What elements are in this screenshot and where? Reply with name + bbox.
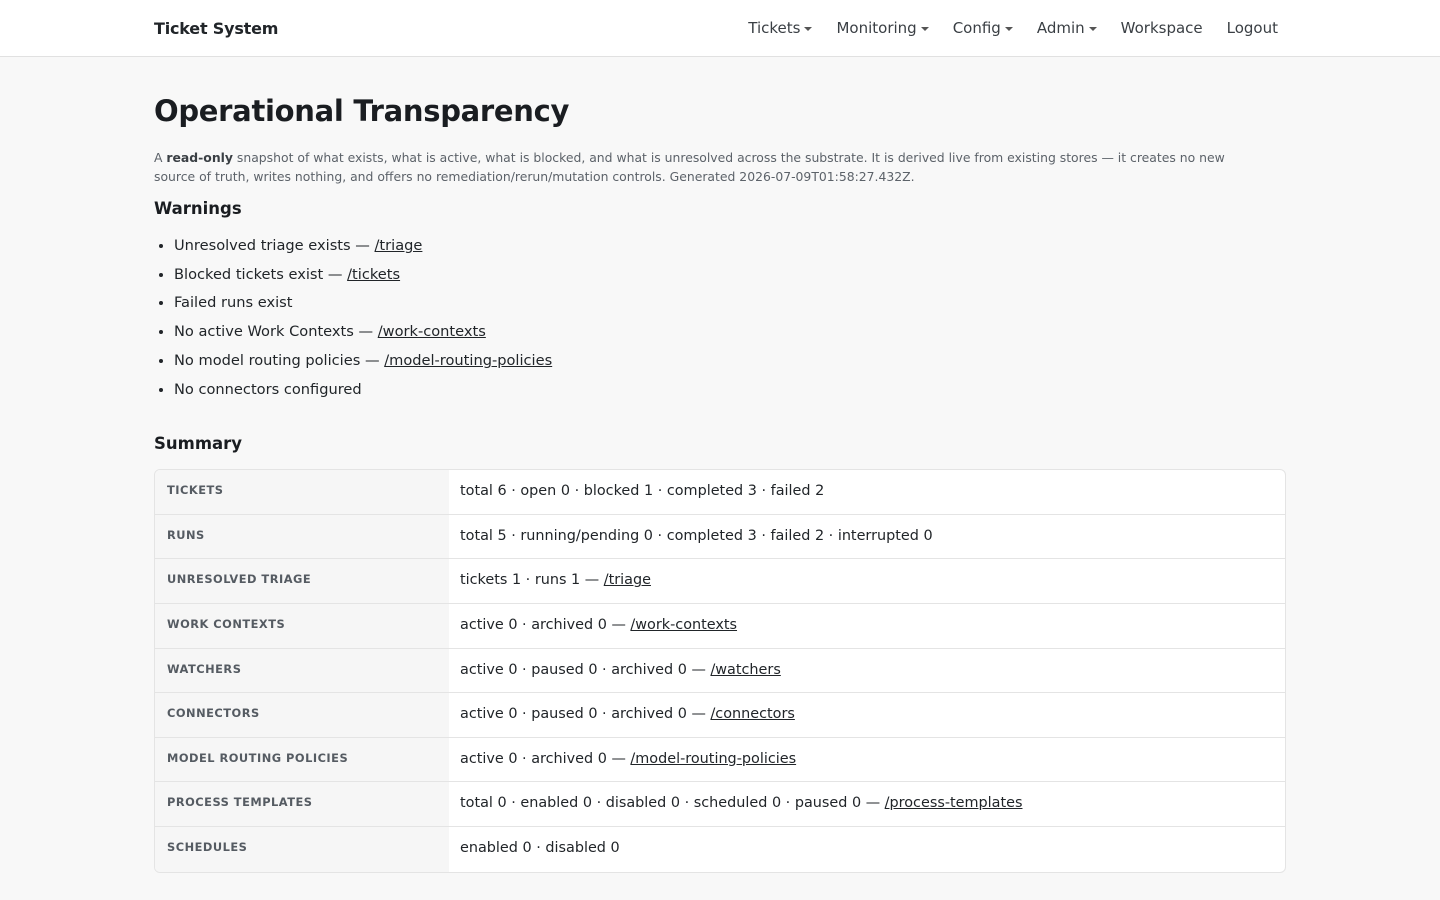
summary-heading: Summary (154, 434, 243, 454)
row-label: Process Templates (155, 782, 449, 826)
table-row: Schedules enabled 0 · disabled 0 (155, 826, 1285, 872)
warning-item: Blocked tickets exist — /tickets (174, 261, 1286, 290)
model-routing-policies-link[interactable]: /model-routing-policies (384, 352, 552, 369)
warning-text: Unresolved triage exists — (174, 237, 375, 254)
nav-item-label: Config (952, 19, 1001, 37)
connectors-link[interactable]: /connectors (710, 706, 794, 722)
row-label: Schedules (155, 826, 449, 872)
warning-item: No active Work Contexts — /work-contexts (174, 318, 1286, 347)
warning-text: Failed runs exist (174, 294, 293, 312)
navbar-container: Ticket System Tickets Monitoring Config … (154, 0, 1286, 56)
row-label: Work Contexts (155, 604, 449, 648)
nav-item-label: Tickets (748, 19, 801, 37)
nav-config-dropdown[interactable]: Config (953, 19, 1013, 37)
table-row: Model Routing Policies active 0 · archiv… (155, 737, 1285, 783)
row-value-text: active 0 · archived 0 — (460, 617, 631, 633)
table-row: Unresolved Triage tickets 1 · runs 1 — /… (155, 559, 1285, 604)
table-row: Connectors active 0 · paused 0 · archive… (155, 693, 1285, 738)
row-value-text: total 5 · running/pending 0 · completed … (460, 527, 933, 544)
row-label: Model Routing Policies (155, 737, 449, 782)
row-value-text: tickets 1 · runs 1 — (460, 572, 604, 589)
intro-prefix: A (154, 150, 167, 165)
row-value-text: enabled 0 · disabled 0 (460, 839, 620, 856)
warnings-heading: Warnings (154, 199, 242, 218)
row-label: Watchers (155, 648, 449, 693)
row-value-text: total 6 · open 0 · blocked 1 · completed… (460, 483, 825, 500)
process-templates-link[interactable]: /process-templates (885, 795, 1023, 811)
main-content: Operational Transparency A read-only sna… (154, 57, 1286, 873)
warning-text: No model routing policies — (174, 351, 385, 369)
work-contexts-link[interactable]: /work-contexts (378, 323, 486, 340)
model-routing-policies-link[interactable]: /model-routing-policies (630, 751, 796, 767)
warning-item: No model routing policies — /model-routi… (174, 347, 1286, 376)
row-label: Unresolved Triage (155, 559, 449, 603)
nav-item-label: Monitoring (836, 19, 917, 37)
row-label: Runs (155, 514, 449, 559)
table-row: Work Contexts active 0 · archived 0 — /w… (155, 604, 1285, 649)
row-value-text: total 0 · enabled 0 · disabled 0 · sched… (460, 795, 885, 812)
caret-down-icon (920, 26, 929, 31)
row-value: total 0 · enabled 0 · disabled 0 · sched… (449, 782, 1285, 826)
row-value: active 0 · archived 0 — /work-contexts (449, 604, 1285, 648)
nav-links: Tickets Monitoring Config Admin Workspac… (724, 0, 1286, 56)
warning-text: No active Work Contexts — (174, 323, 378, 341)
caret-down-icon (804, 26, 813, 31)
summary-table: Tickets total 6 · open 0 · blocked 1 · c… (154, 469, 1286, 873)
nav-item-label: Logout (1226, 19, 1278, 37)
nav-workspace-link[interactable]: Workspace (1121, 19, 1203, 37)
nav-tickets-dropdown[interactable]: Tickets (748, 19, 813, 37)
page-title: Operational Transparency (154, 94, 570, 128)
warnings-list: Unresolved triage exists — /triage Block… (154, 232, 1286, 404)
row-value-text: active 0 · archived 0 — (460, 750, 631, 767)
row-value-text: active 0 · paused 0 · archived 0 — (460, 706, 711, 723)
intro-text: snapshot of what exists, what is active,… (154, 150, 1225, 184)
top-navbar: Ticket System Tickets Monitoring Config … (0, 0, 1440, 57)
brand-logo[interactable]: Ticket System (154, 19, 278, 38)
table-row: Process Templates total 0 · enabled 0 · … (155, 782, 1285, 827)
warning-item: Failed runs exist (174, 289, 1286, 318)
row-value: total 5 · running/pending 0 · completed … (449, 515, 1285, 559)
row-label: Tickets (155, 470, 449, 514)
intro-bold: read-only (166, 150, 233, 165)
row-value: active 0 · paused 0 · archived 0 — /watc… (449, 649, 1285, 693)
row-value: enabled 0 · disabled 0 (449, 827, 1285, 872)
caret-down-icon (1088, 26, 1097, 31)
intro-paragraph: A read-only snapshot of what exists, wha… (154, 148, 1264, 186)
nav-item-label: Admin (1036, 19, 1085, 37)
caret-down-icon (1004, 26, 1013, 31)
tickets-link[interactable]: /tickets (347, 266, 400, 283)
warning-text: Blocked tickets exist — (174, 265, 348, 283)
row-value: total 6 · open 0 · blocked 1 · completed… (449, 470, 1285, 514)
nav-item-label: Workspace (1120, 19, 1203, 37)
nav-monitoring-dropdown[interactable]: Monitoring (836, 19, 929, 37)
row-label: Connectors (155, 693, 449, 737)
table-row: Watchers active 0 · paused 0 · archived … (155, 648, 1285, 694)
row-value: active 0 · archived 0 — /model-routing-p… (449, 738, 1285, 782)
warning-text: No connectors configured (174, 380, 362, 398)
row-value: tickets 1 · runs 1 — /triage (449, 559, 1285, 603)
warning-item: No connectors configured (174, 376, 1286, 405)
table-row: Tickets total 6 · open 0 · blocked 1 · c… (155, 470, 1285, 515)
table-row: Runs total 5 · running/pending 0 · compl… (155, 514, 1285, 560)
triage-link[interactable]: /triage (375, 237, 423, 254)
triage-link[interactable]: /triage (604, 572, 651, 588)
nav-logout-link[interactable]: Logout (1227, 19, 1278, 37)
row-value: active 0 · paused 0 · archived 0 — /conn… (449, 693, 1285, 737)
watchers-link[interactable]: /watchers (710, 662, 780, 678)
work-contexts-link[interactable]: /work-contexts (630, 617, 737, 633)
nav-admin-dropdown[interactable]: Admin (1037, 19, 1097, 37)
warning-item: Unresolved triage exists — /triage (174, 232, 1286, 261)
row-value-text: active 0 · paused 0 · archived 0 — (460, 661, 711, 678)
